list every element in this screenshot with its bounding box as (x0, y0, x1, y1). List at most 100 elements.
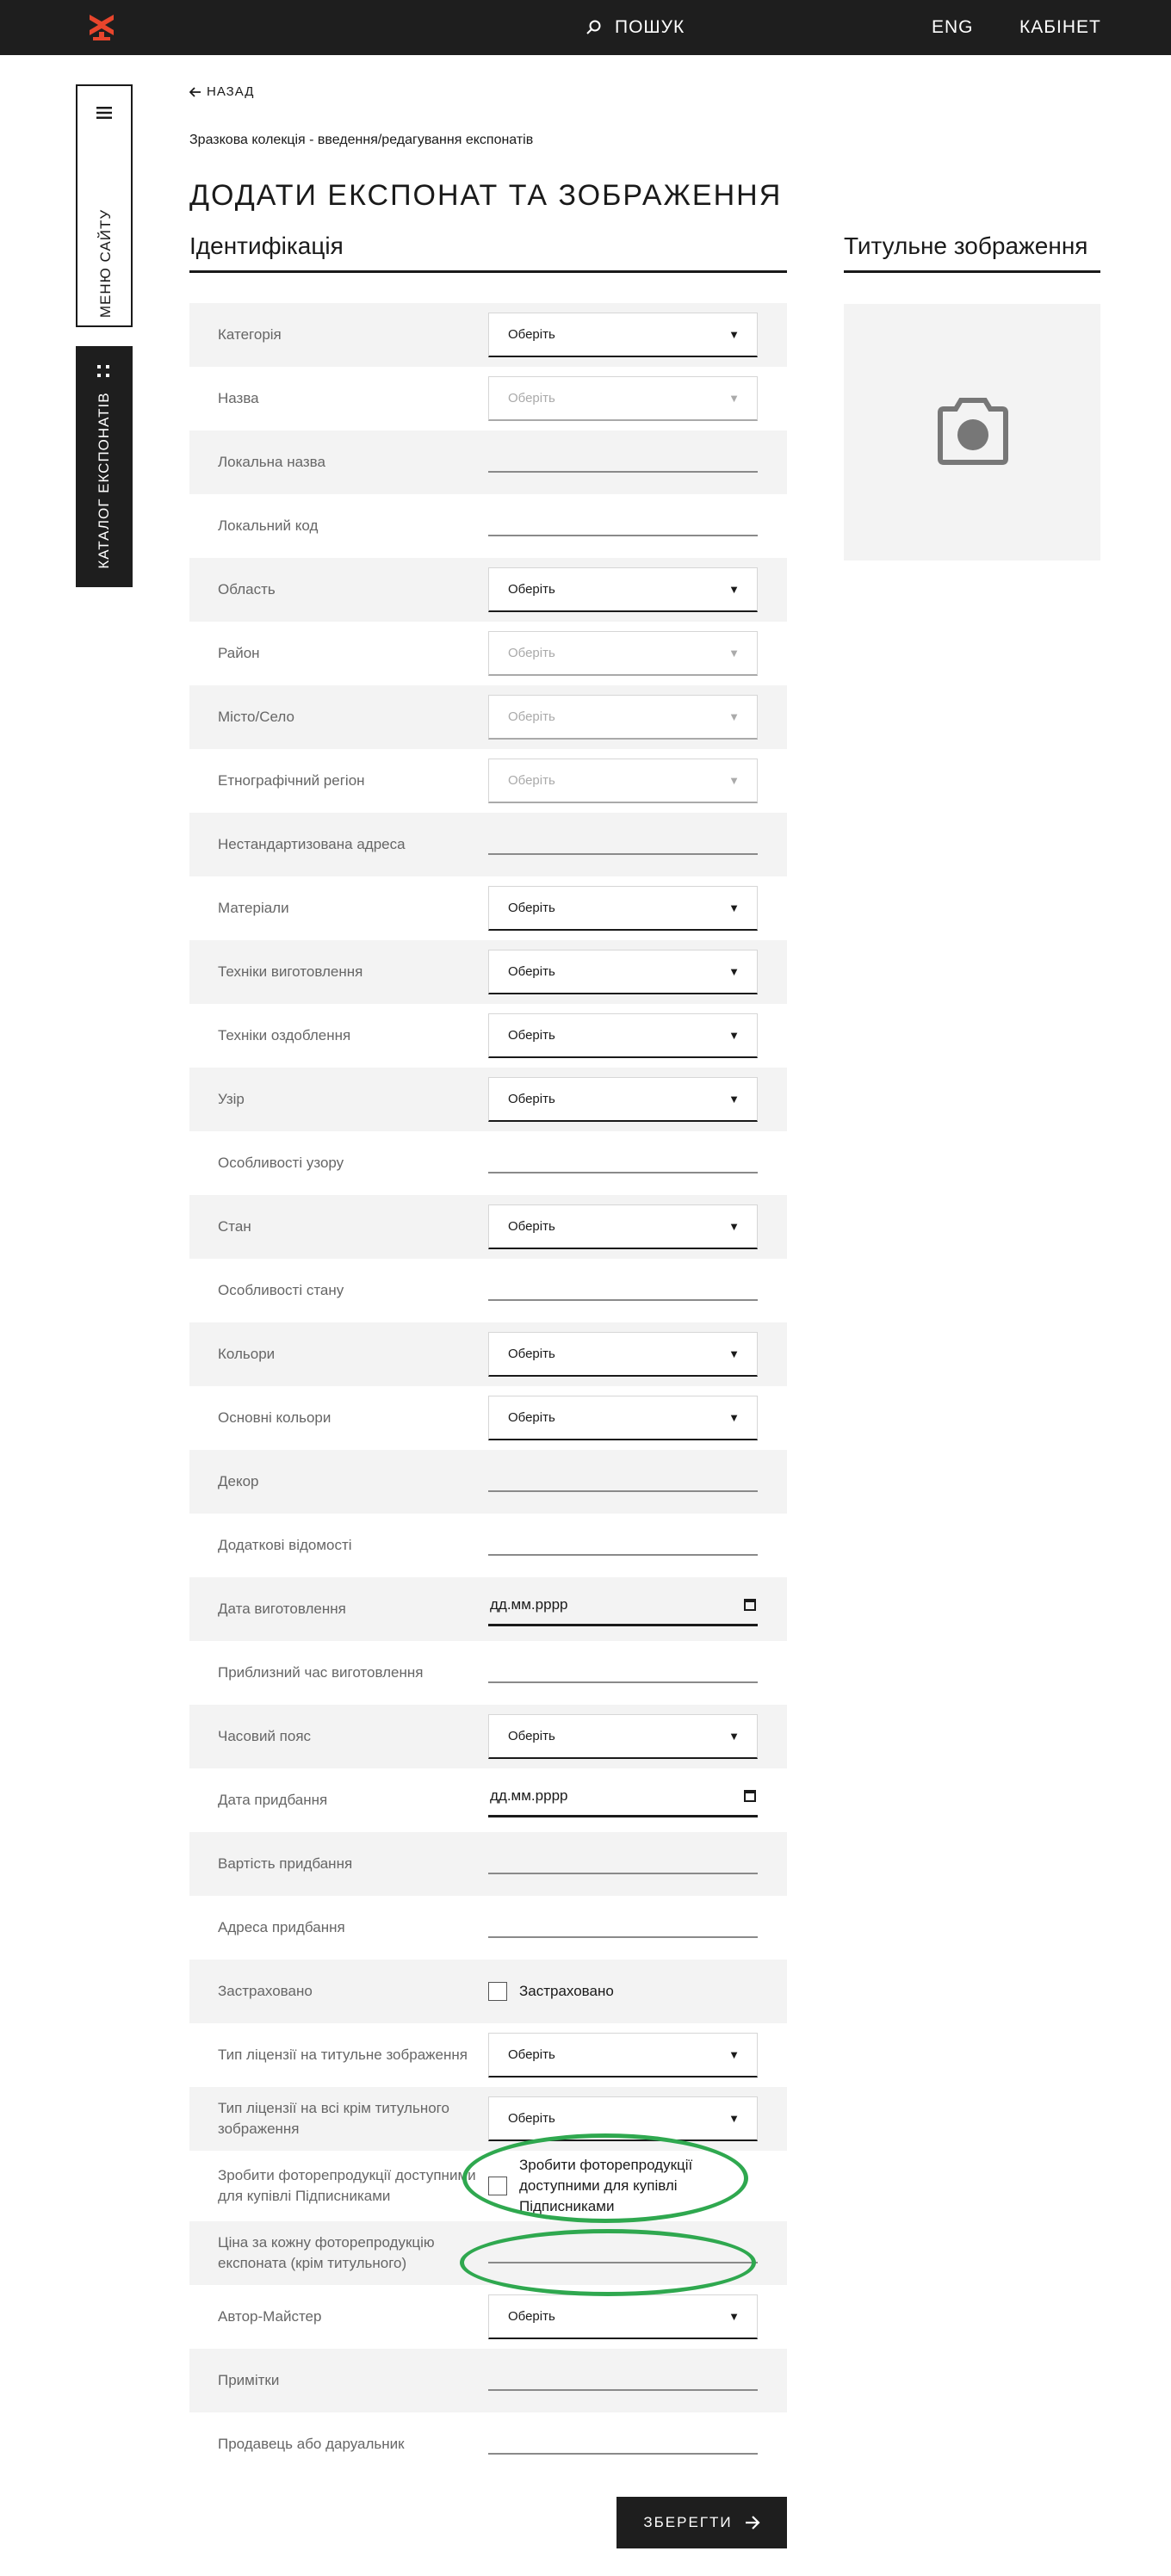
text-input[interactable] (488, 471, 758, 473)
text-input[interactable] (488, 1490, 758, 1492)
select-field[interactable]: Оберіть ▼ (488, 1714, 758, 1759)
form-row: Адреса придбання (189, 1896, 787, 1960)
dropdown-arrow-icon: ▼ (728, 1730, 740, 1743)
text-input[interactable] (488, 1172, 758, 1173)
back-label: НАЗАД (207, 84, 255, 99)
select-value: Оберіть (508, 901, 555, 915)
select-field[interactable]: Оберіть ▼ (488, 631, 758, 676)
title-image-upload[interactable] (844, 304, 1100, 560)
dropdown-arrow-icon: ▼ (728, 901, 740, 914)
form-row: Місто/Село Оберіть ▼ (189, 685, 787, 749)
select-field[interactable]: Оберіть ▼ (488, 695, 758, 740)
form-row: Часовий пояс Оберіть ▼ (189, 1705, 787, 1768)
select-field[interactable]: Оберіть ▼ (488, 2294, 758, 2339)
breadcrumb: Зразкова колекція - введення/редагування… (189, 133, 534, 147)
date-value: дд.мм.рррр (490, 1596, 568, 1613)
text-input[interactable] (488, 1873, 758, 1874)
select-field[interactable]: Оберіть ▼ (488, 1332, 758, 1377)
section-heading-identification: Ідентифікація (189, 232, 787, 273)
text-input[interactable] (488, 2389, 758, 2391)
select-field[interactable]: Оберіть ▼ (488, 2033, 758, 2078)
form-row: Категорія Оберіть ▼ (189, 303, 787, 367)
text-input[interactable] (488, 1299, 758, 1301)
select-field[interactable]: Оберіть ▼ (488, 567, 758, 612)
checkbox-field[interactable]: Застраховано (488, 1982, 614, 2001)
select-value: Оберіть (508, 1092, 555, 1106)
form-row: Локальна назва (189, 430, 787, 494)
field-label: Локальна назва (218, 454, 325, 470)
cabinet-link[interactable]: КАБІНЕТ (1019, 17, 1101, 38)
dropdown-arrow-icon: ▼ (728, 965, 740, 978)
text-input[interactable] (488, 1554, 758, 1556)
field-label: Локальний код (218, 517, 319, 534)
form-row: Особливості стану (189, 1259, 787, 1322)
dropdown-arrow-icon: ▼ (728, 328, 740, 341)
select-field[interactable]: Оберіть ▼ (488, 1396, 758, 1440)
field-label: Приблизний час виготовлення (218, 1664, 424, 1681)
select-value: Оберіть (508, 964, 555, 979)
form-row: Тип ліцензії на титульне зображення Обері… (189, 2023, 787, 2087)
exhibit-catalog-button[interactable]: КАТАЛОГ ЕКСПОНАТІВ (76, 346, 133, 587)
form-row: Кольори Оберіть ▼ (189, 1322, 787, 1386)
select-field[interactable]: Оберіть ▼ (488, 1013, 758, 1058)
text-input[interactable] (488, 535, 758, 536)
dropdown-arrow-icon: ▼ (728, 1220, 740, 1233)
text-input[interactable] (488, 2453, 758, 2455)
calendar-icon[interactable] (744, 1790, 756, 1802)
calendar-icon[interactable] (744, 1599, 756, 1611)
select-field[interactable]: Оберіть ▼ (488, 886, 758, 931)
field-label: Узір (218, 1091, 245, 1107)
field-label: Вартість придбання (218, 1855, 353, 1872)
top-navbar: ПОШУК ENG КАБІНЕТ (0, 0, 1171, 55)
select-value: Оберіть (508, 1028, 555, 1043)
field-label: Особливості стану (218, 1282, 344, 1298)
select-field[interactable]: Оберіть ▼ (488, 313, 758, 357)
checkbox[interactable] (488, 1982, 507, 2001)
dropdown-arrow-icon: ▼ (728, 392, 740, 405)
select-field[interactable]: Оберіть ▼ (488, 1204, 758, 1249)
logo-icon[interactable] (86, 13, 117, 42)
select-value: Оберіть (508, 2309, 555, 2324)
field-label: Нестандартизована адреса (218, 836, 406, 852)
field-label: Зробити фоторепродукції доступними для к… (218, 2167, 476, 2204)
language-switch[interactable]: ENG (932, 17, 974, 38)
save-button[interactable]: ЗБЕРЕГТИ (616, 2497, 787, 2548)
form-row: Область Оберіть ▼ (189, 558, 787, 622)
form-row: Декор (189, 1450, 787, 1514)
field-label: Адреса придбання (218, 1919, 345, 1935)
field-label: Техніки оздоблення (218, 1027, 351, 1043)
date-value: дд.мм.рррр (490, 1787, 568, 1804)
date-input[interactable]: дд.мм.рррр (488, 1592, 758, 1626)
select-value: Оберіть (508, 1219, 555, 1234)
exhibit-catalog-label: КАТАЛОГ ЕКСПОНАТІВ (96, 392, 112, 569)
form-row: Локальний код (189, 494, 787, 558)
save-label: ЗБЕРЕГТИ (643, 2514, 733, 2530)
text-input[interactable] (488, 1936, 758, 1938)
field-label: Продавець або даруальник (218, 2436, 405, 2452)
select-field[interactable]: Оберіть ▼ (488, 950, 758, 994)
search-button[interactable]: ПОШУК (586, 0, 685, 55)
select-field[interactable]: Оберіть ▼ (488, 376, 758, 421)
select-value: Оберіть (508, 709, 555, 724)
grid-dots-icon (97, 365, 109, 377)
select-field[interactable]: Оберіть ▼ (488, 1077, 758, 1122)
select-value: Оберіть (508, 2047, 555, 2062)
highlight-ring (462, 2133, 748, 2223)
camera-icon (938, 398, 1008, 465)
arrow-left-icon (189, 86, 201, 97)
field-label: Стан (218, 1218, 251, 1235)
form-row: Стан Оберіть ▼ (189, 1195, 787, 1259)
checkbox-label: Застраховано (519, 1983, 614, 1999)
dropdown-arrow-icon: ▼ (728, 774, 740, 787)
date-input[interactable]: дд.мм.рррр (488, 1783, 758, 1817)
field-label: Кольори (218, 1346, 276, 1362)
back-link[interactable]: НАЗАД (189, 84, 254, 99)
select-value: Оберіть (508, 1347, 555, 1361)
text-input[interactable] (488, 853, 758, 855)
text-input[interactable] (488, 1681, 758, 1683)
site-menu-button[interactable]: МЕНЮ САЙТУ (76, 84, 133, 327)
select-field[interactable]: Оберіть ▼ (488, 759, 758, 803)
field-label: Тип ліцензії на всі крім титульного зобр… (218, 2100, 449, 2137)
select-value: Оберіть (508, 1729, 555, 1743)
form-row: Приблизний час виготовлення (189, 1641, 787, 1705)
